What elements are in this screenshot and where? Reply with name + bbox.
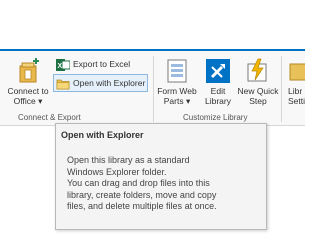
chevron-down-icon: ▾ bbox=[185, 96, 191, 106]
svg-text:X: X bbox=[58, 63, 63, 70]
tooltip-body: Open this library as a standard Windows … bbox=[67, 155, 265, 213]
tooltip-line: library, create folders, move and copy bbox=[67, 189, 217, 200]
new-quick-step-label-2: Step bbox=[249, 96, 267, 106]
export-to-excel-button[interactable]: X Export to Excel bbox=[54, 55, 130, 73]
export-to-excel-label: Export to Excel bbox=[73, 59, 131, 69]
folder-icon bbox=[56, 79, 70, 90]
open-with-explorer-button[interactable]: Open with Explorer bbox=[53, 74, 148, 92]
open-with-explorer-label: Open with Explorer bbox=[73, 78, 146, 88]
connect-to-office-label-1: Connect to bbox=[7, 86, 49, 96]
connect-export-group-label: Connect & Export bbox=[18, 113, 81, 122]
top-strip bbox=[0, 0, 305, 49]
quick-step-icon bbox=[247, 58, 267, 82]
tooltip-line: You can drag and drop files into this bbox=[67, 178, 210, 188]
library-settings-button[interactable]: Libr Setti bbox=[283, 56, 305, 110]
tooltip: Open with Explorer Open this library as … bbox=[55, 123, 267, 230]
tooltip-line: files, and delete multiple files at once… bbox=[67, 201, 217, 211]
tooltip-title: Open with Explorer bbox=[61, 130, 144, 140]
excel-icon: X bbox=[56, 58, 70, 71]
library-settings-icon bbox=[289, 63, 305, 81]
customize-library-group-label: Customize Library bbox=[183, 113, 248, 122]
new-quick-step-label-1: New Quick bbox=[237, 86, 279, 96]
connect-to-office-button[interactable]: Connect to Office ▾ bbox=[6, 56, 50, 110]
edit-library-icon bbox=[206, 59, 230, 83]
tooltip-line: Windows Explorer folder. bbox=[67, 166, 167, 177]
form-web-parts-icon bbox=[167, 59, 187, 83]
connect-to-office-label-2: Office ▾ bbox=[13, 96, 43, 106]
new-quick-step-button[interactable]: New Quick Step bbox=[236, 56, 280, 110]
group-divider bbox=[281, 56, 282, 122]
library-settings-label-1: Libr bbox=[288, 86, 303, 96]
connect-to-office-icon bbox=[19, 58, 39, 83]
chevron-down-icon: ▾ bbox=[38, 96, 43, 106]
tooltip-line: Open this library as a standard bbox=[67, 155, 190, 165]
library-settings-label-2: Setti bbox=[288, 96, 305, 106]
